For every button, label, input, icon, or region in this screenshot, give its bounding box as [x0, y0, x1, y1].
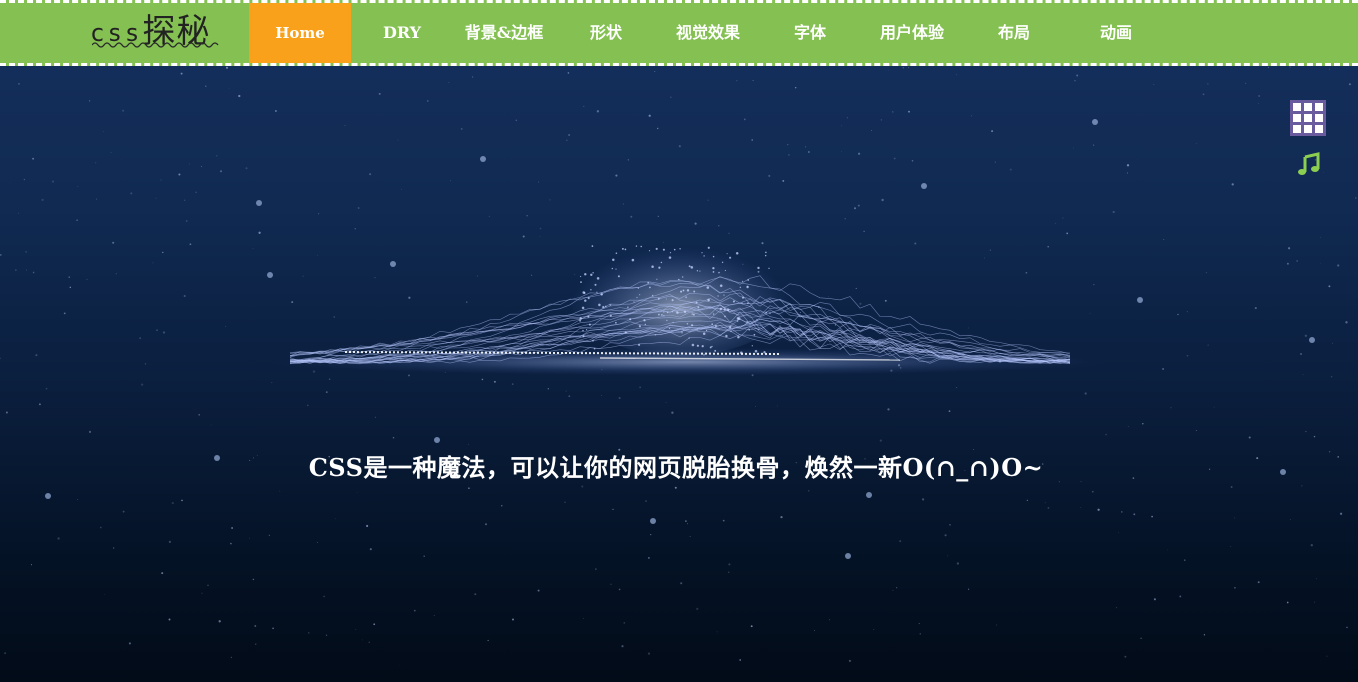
music-note-icon[interactable] — [1296, 152, 1322, 178]
nav-item-animation[interactable]: 动画 — [1065, 3, 1167, 63]
nav-item-visual-effects[interactable]: 视觉效果 — [657, 3, 759, 63]
top-navbar: css探秘 Home DRY 背景&边框 形状 视觉效果 字体 用户体验 布局 … — [0, 0, 1358, 66]
logo-underline-squiggle — [92, 42, 219, 48]
main-nav: Home DRY 背景&边框 形状 视觉效果 字体 用户体验 布局 动画 — [249, 3, 1167, 63]
hero-tagline: CSS是一种魔法，可以让你的网页脱胎换骨，焕然一新O(∩_∩)O~ — [308, 453, 1044, 482]
particle-background — [0, 66, 1357, 666]
nav-item-layout[interactable]: 布局 — [963, 3, 1065, 63]
particle-wave-mountain — [270, 236, 1110, 376]
nav-item-background-border[interactable]: 背景&边框 — [453, 3, 555, 63]
nav-item-fonts[interactable]: 字体 — [759, 3, 861, 63]
nav-item-dry[interactable]: DRY — [351, 3, 453, 63]
nav-item-user-experience[interactable]: 用户体验 — [861, 3, 963, 63]
nav-item-shapes[interactable]: 形状 — [555, 3, 657, 63]
grid-menu-icon[interactable] — [1290, 100, 1326, 136]
nav-item-home[interactable]: Home — [249, 3, 351, 63]
side-toolbar — [1290, 100, 1328, 182]
